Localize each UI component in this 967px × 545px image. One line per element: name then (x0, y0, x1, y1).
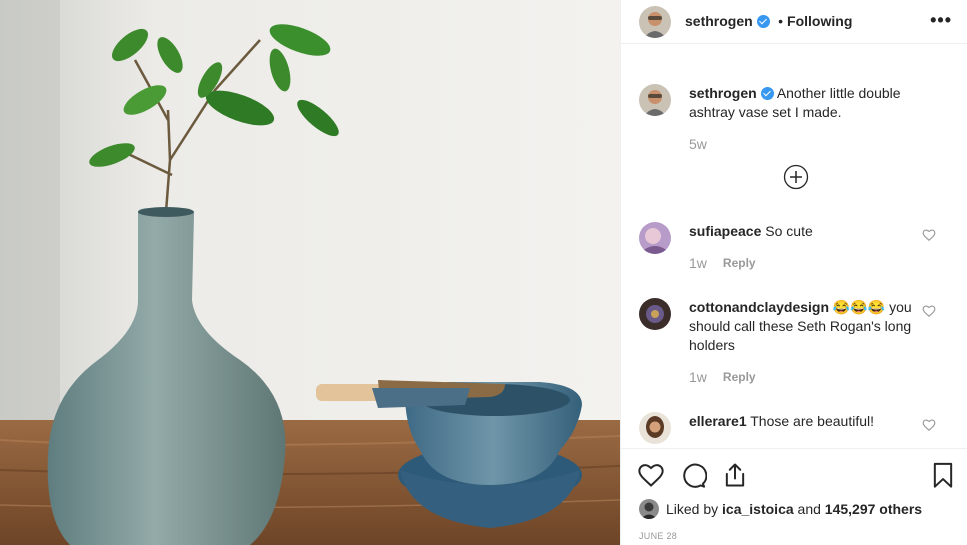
more-options-button[interactable]: ••• (930, 10, 952, 31)
avatar-image (639, 222, 671, 254)
liker-avatar[interactable] (639, 499, 659, 519)
reply-button[interactable]: Reply (723, 370, 756, 384)
caption-text-block: sethrogen Another little double ashtray … (689, 84, 919, 122)
commenter-avatar[interactable] (639, 222, 671, 254)
heart-icon[interactable] (922, 228, 936, 242)
comment-text: Those are beautiful! (750, 413, 874, 429)
likes-count[interactable]: 145,297 others (825, 501, 922, 517)
post-sidebar: sethrogen •Following ••• sethrogen Anoth… (620, 0, 967, 545)
likes-suffix: and (798, 501, 821, 517)
comment-text-block: ellerare1 Those are beautiful! (689, 412, 919, 431)
likes-prefix: Liked by (666, 501, 718, 517)
comment-meta: 1w Reply (689, 369, 919, 385)
comments-list[interactable]: sethrogen Another little double ashtray … (621, 60, 967, 448)
post-image (0, 0, 620, 545)
reply-button[interactable]: Reply (723, 256, 756, 270)
avatar-image (639, 6, 671, 38)
commenter-avatar[interactable] (639, 412, 671, 444)
post-photo[interactable] (0, 0, 620, 545)
comment-bubble-icon[interactable] (679, 461, 707, 489)
caption-age[interactable]: 5w (689, 136, 707, 152)
comment-username[interactable]: ellerare1 (689, 413, 747, 429)
comment-item: ellerare1 Those are beautiful! (639, 412, 954, 444)
comment-text-block: cottonandclaydesign 😂😂😂 you should call … (689, 298, 919, 355)
header-username[interactable]: sethrogen (685, 13, 753, 29)
comment-item: cottonandclaydesign 😂😂😂 you should call … (639, 298, 954, 385)
heart-icon[interactable] (922, 418, 936, 432)
comment-age[interactable]: 1w (689, 369, 707, 385)
heart-icon[interactable] (922, 304, 936, 318)
bookmark-icon[interactable] (929, 461, 957, 489)
post-actions: Liked by ica_istoica and 145,297 others … (621, 448, 967, 545)
caption-username[interactable]: sethrogen (689, 85, 757, 101)
caption-meta: 5w (689, 136, 919, 152)
post-date[interactable]: JUNE 28 (639, 531, 677, 541)
comment-meta: 1w Reply (689, 255, 919, 271)
avatar-image (639, 298, 671, 330)
likes-summary: Liked by ica_istoica and 145,297 others (639, 499, 922, 519)
comment-username[interactable]: cottonandclaydesign (689, 299, 829, 315)
commenter-avatar[interactable] (639, 298, 671, 330)
author-avatar[interactable] (639, 6, 671, 38)
caption: sethrogen Another little double ashtray … (639, 84, 954, 152)
avatar-image (639, 412, 671, 444)
heart-icon[interactable] (637, 461, 665, 489)
comment-text-block: sufiapeace So cute (689, 222, 919, 241)
post-header: sethrogen •Following ••• (621, 0, 967, 44)
header-identity: sethrogen •Following (685, 13, 852, 31)
plus-circle-icon[interactable] (783, 164, 809, 190)
avatar-image (639, 499, 659, 519)
liker-username[interactable]: ica_istoica (722, 501, 794, 517)
verified-badge-icon (757, 15, 770, 28)
comment-item: sufiapeace So cute 1w Reply (639, 222, 954, 271)
comment-age[interactable]: 1w (689, 255, 707, 271)
comment-text: So cute (765, 223, 812, 239)
following-button[interactable]: Following (787, 13, 852, 29)
avatar-image (639, 84, 671, 116)
verified-badge-icon (761, 87, 774, 100)
comment-username[interactable]: sufiapeace (689, 223, 761, 239)
caption-avatar[interactable] (639, 84, 671, 116)
share-icon[interactable] (721, 461, 749, 489)
header-separator: • (778, 13, 783, 29)
